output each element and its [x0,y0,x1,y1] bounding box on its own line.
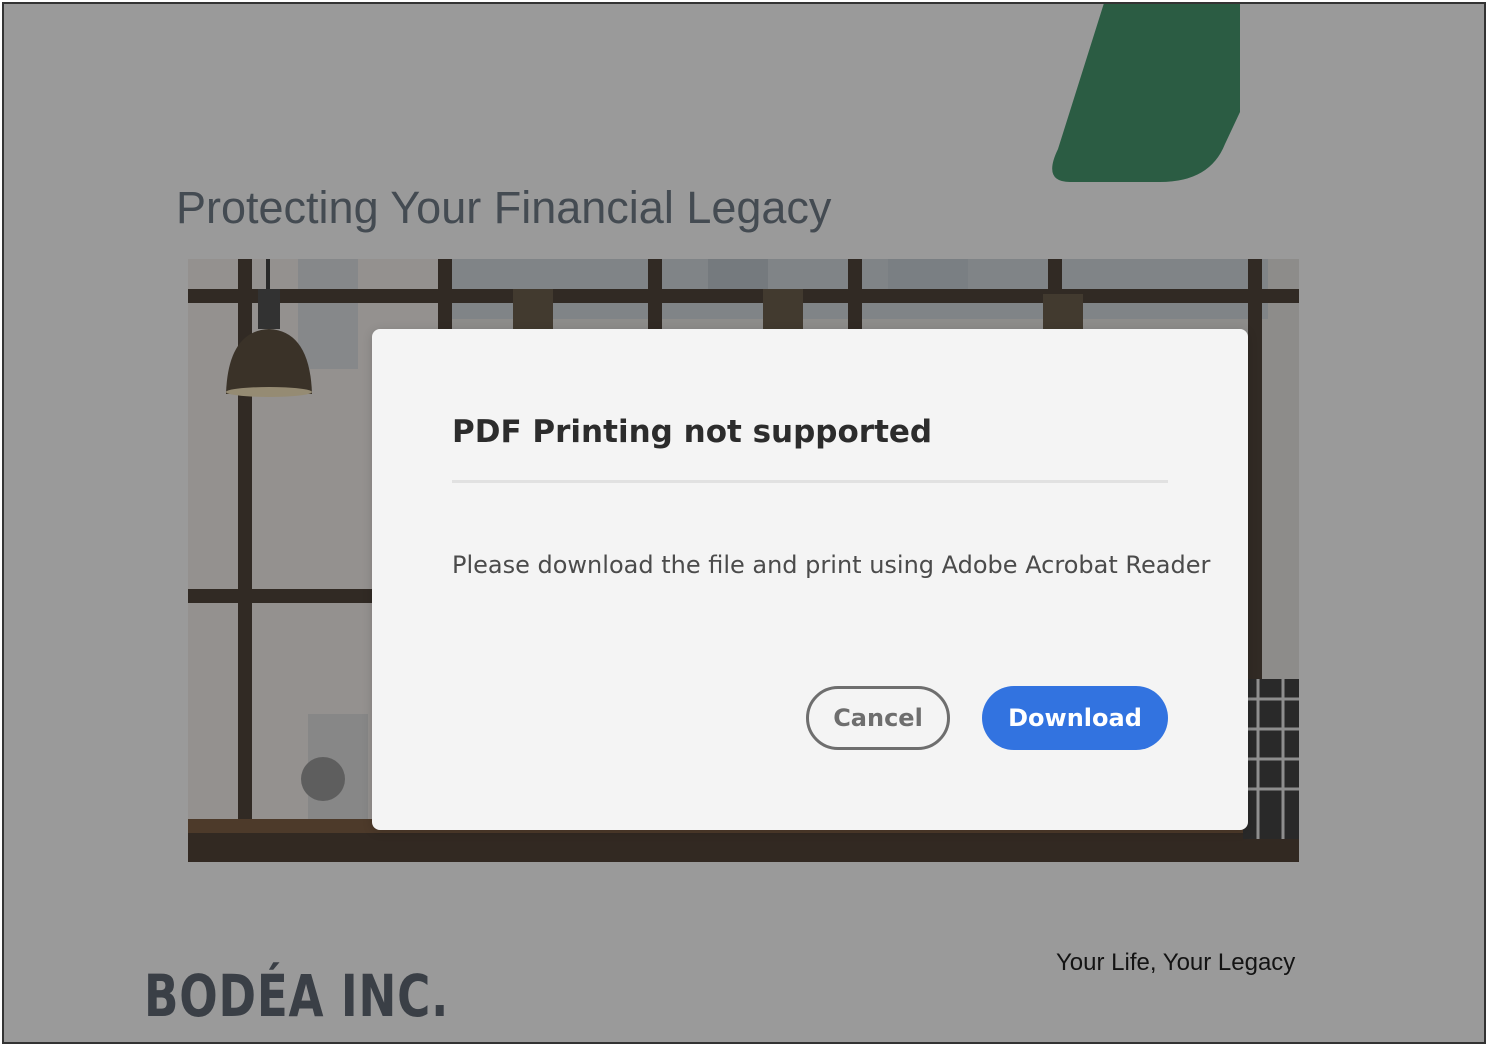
dialog-divider [452,480,1168,483]
download-button[interactable]: Download [982,686,1168,750]
cancel-button[interactable]: Cancel [806,686,950,750]
dialog-title: PDF Printing not supported [452,414,933,450]
dialog-message: Please download the file and print using… [452,551,1211,579]
pdf-page: Protecting Your Financial Legacy Your Li… [2,2,1486,1044]
print-not-supported-dialog: PDF Printing not supported Please downlo… [372,329,1248,830]
